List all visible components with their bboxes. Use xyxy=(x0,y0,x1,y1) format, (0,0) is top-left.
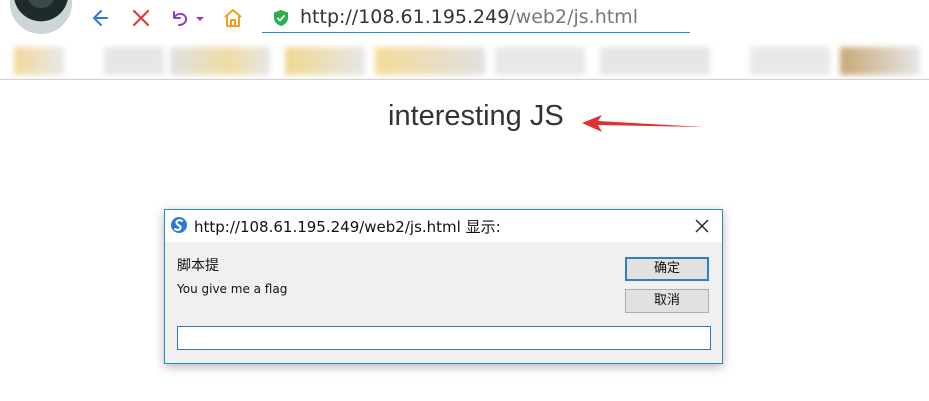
bookmark-item[interactable] xyxy=(375,47,485,75)
bookmark-item[interactable] xyxy=(495,47,585,75)
dialog-title: http://108.61.195.249/web2/js.html 显示: xyxy=(194,218,501,236)
browser-toolbar: http://108.61.195.249/web2/js.html xyxy=(0,0,929,40)
address-bar[interactable]: http://108.61.195.249/web2/js.html xyxy=(262,3,690,33)
url-host: http://108.61.195.249 xyxy=(300,6,510,28)
ok-button[interactable]: 确定 xyxy=(625,257,709,281)
dialog-label: 脚本提 xyxy=(177,258,219,274)
avatar[interactable] xyxy=(10,0,72,34)
close-icon[interactable] xyxy=(693,217,711,235)
stop-icon[interactable] xyxy=(130,7,152,29)
url-path: /web2/js.html xyxy=(509,6,638,28)
bookmark-item[interactable] xyxy=(750,47,830,75)
bookmark-item[interactable] xyxy=(104,47,164,75)
dialog-message: You give me a flag xyxy=(177,282,288,296)
bookmark-item[interactable] xyxy=(170,47,270,75)
back-icon[interactable] xyxy=(90,7,112,29)
url-text[interactable]: http://108.61.195.249/web2/js.html xyxy=(300,6,638,28)
annotation-arrow xyxy=(582,115,704,132)
bookmarks-bar xyxy=(0,41,929,80)
prompt-input[interactable] xyxy=(177,326,711,350)
prompt-dialog: http://108.61.195.249/web2/js.html 显示: 脚… xyxy=(164,209,723,364)
cancel-button[interactable]: 取消 xyxy=(625,289,709,313)
undo-icon[interactable] xyxy=(169,7,191,29)
chevron-down-icon[interactable] xyxy=(193,7,207,29)
bookmark-item[interactable] xyxy=(285,47,365,75)
bookmark-item[interactable] xyxy=(14,47,64,75)
shield-icon xyxy=(272,9,290,27)
page-heading: interesting JS xyxy=(388,100,564,132)
bookmark-item[interactable] xyxy=(600,47,710,75)
dialog-titlebar[interactable]: http://108.61.195.249/web2/js.html 显示: xyxy=(165,210,722,242)
home-icon[interactable] xyxy=(222,7,244,29)
browser-logo-icon xyxy=(170,216,188,234)
bookmark-item[interactable] xyxy=(840,47,920,75)
